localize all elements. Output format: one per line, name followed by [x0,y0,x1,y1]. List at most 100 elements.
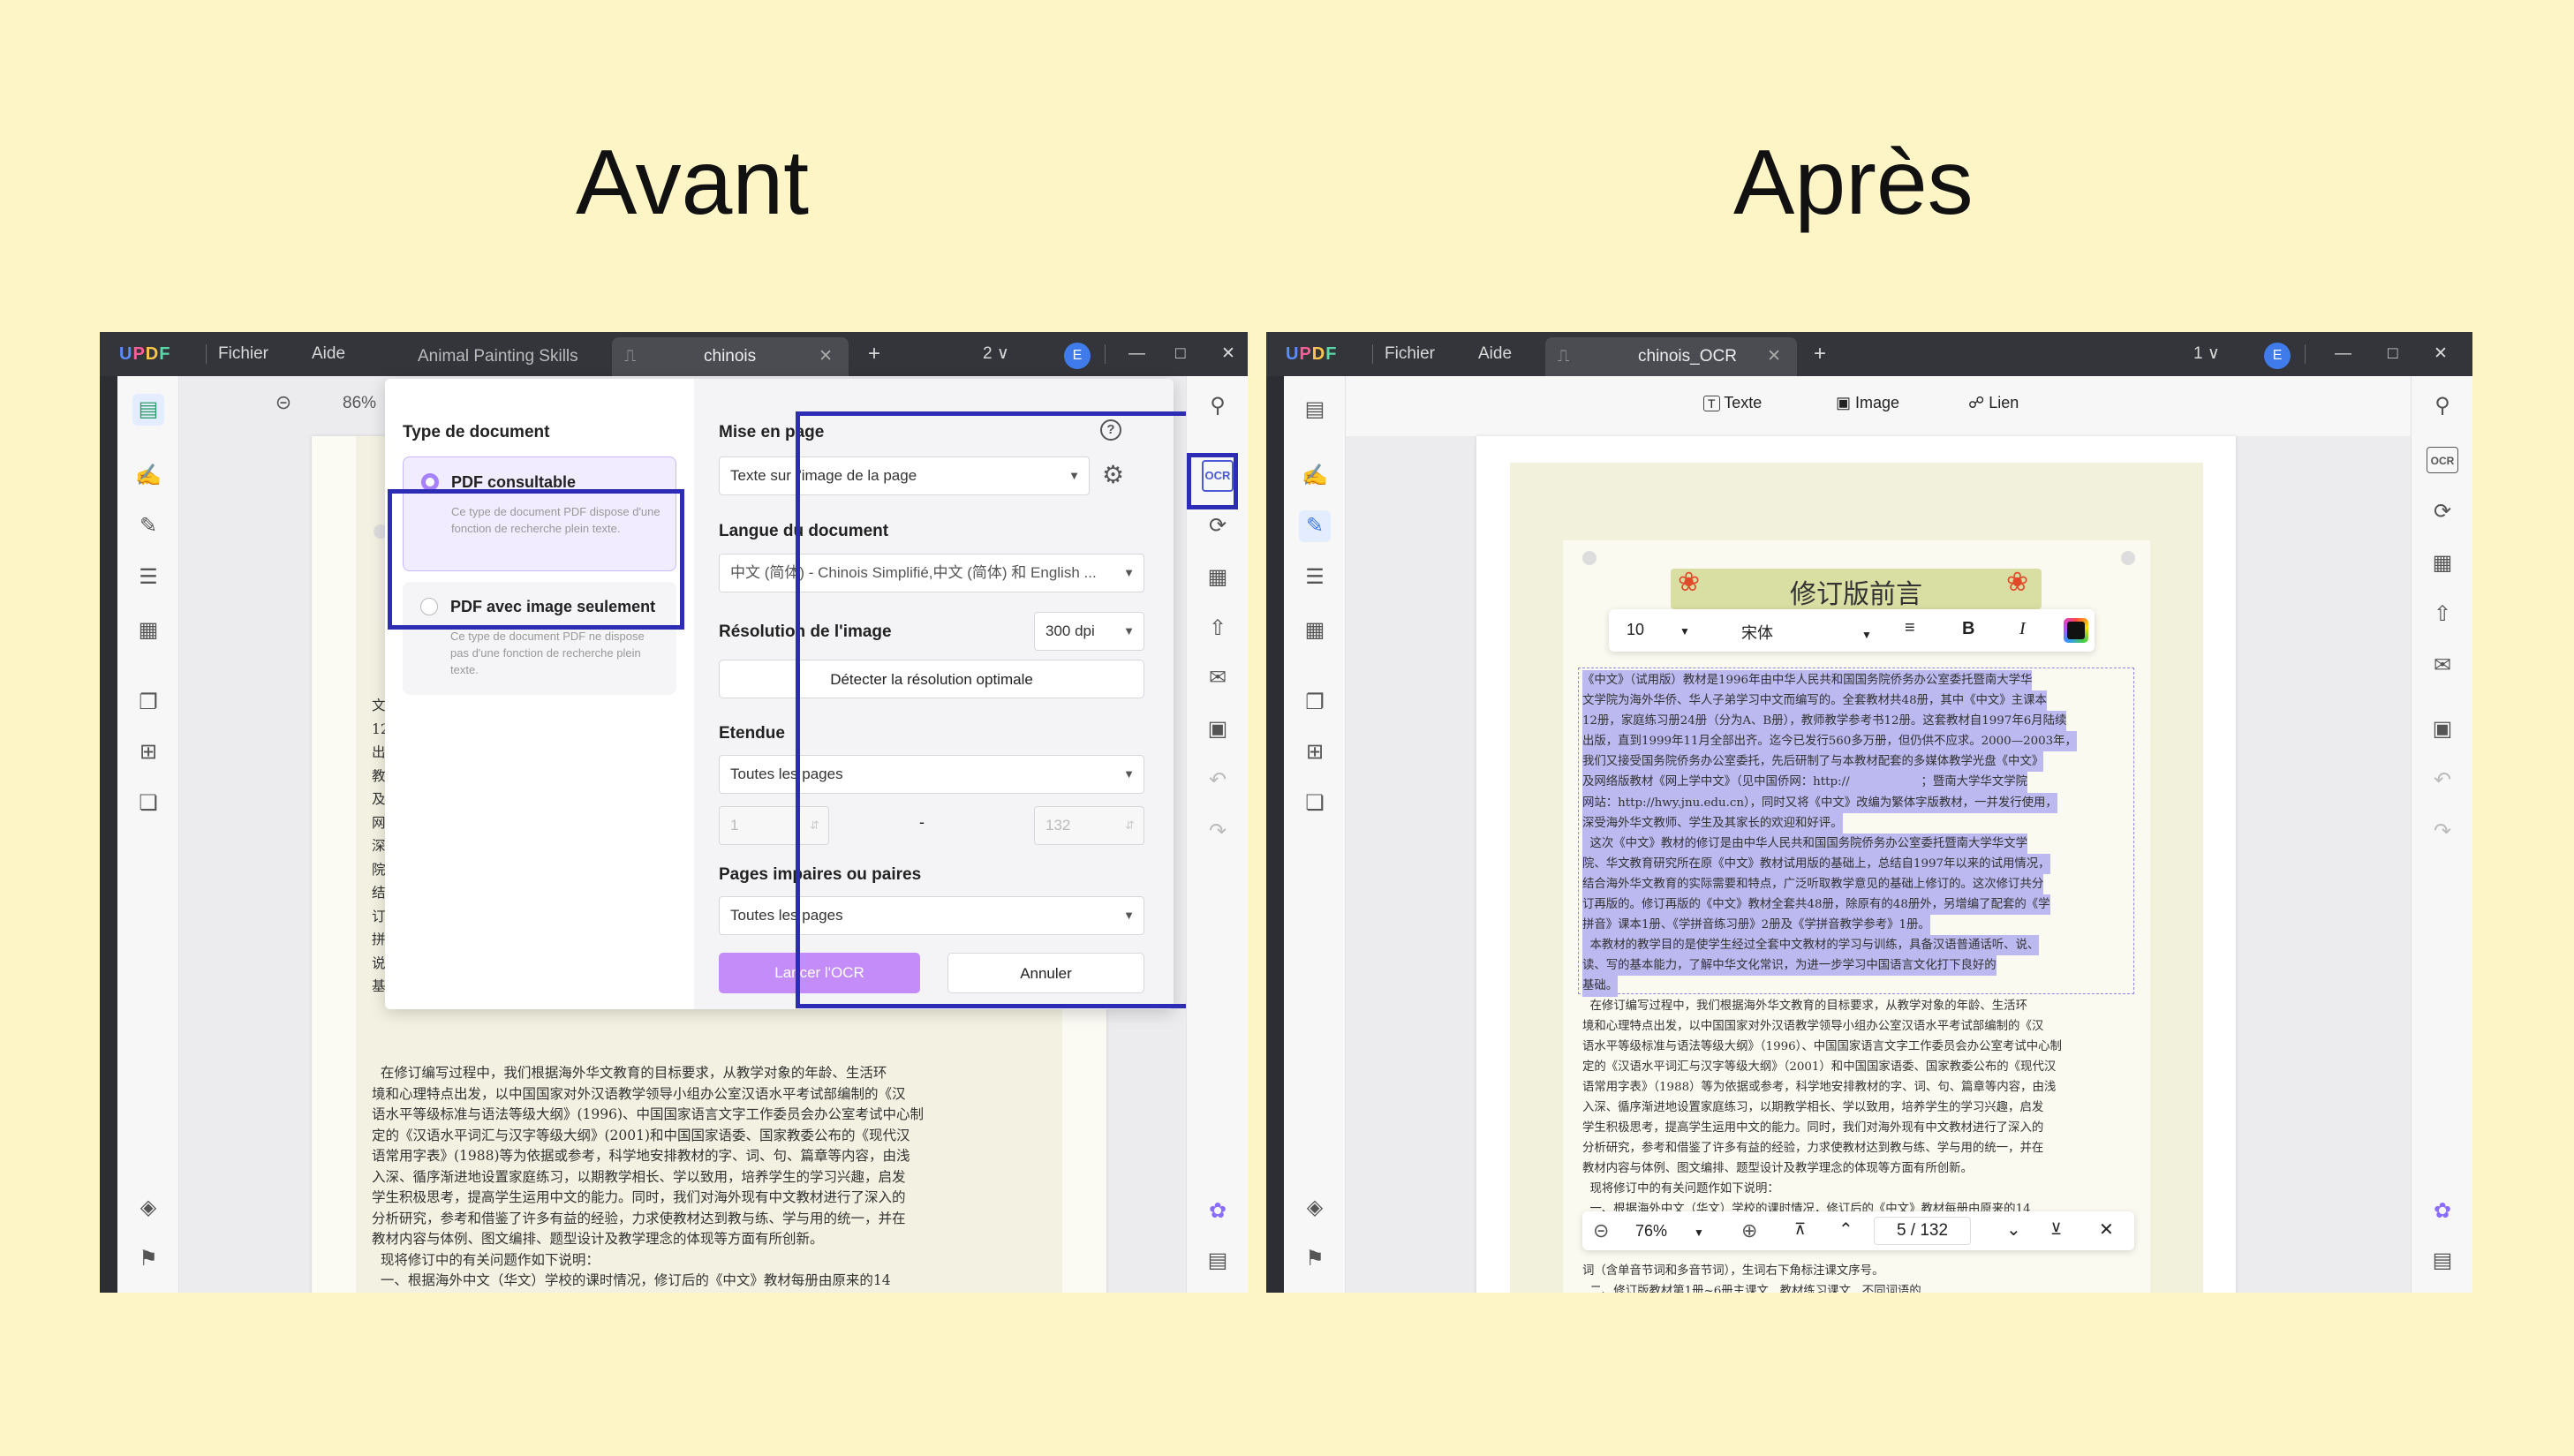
reader-icon[interactable]: ▤ [1299,394,1331,426]
zoom-out-icon[interactable]: ⊝ [268,387,299,419]
avatar[interactable]: E [1064,343,1091,369]
zoom-select[interactable]: 76% ▼ [1635,1222,1704,1241]
ai-assistant-icon[interactable]: ✿ [2427,1196,2458,1227]
protect-icon[interactable]: ❏ [132,788,164,819]
align-icon[interactable]: ≡ [1905,618,1915,638]
minimize-icon[interactable]: — [1128,341,1145,367]
highlight-frame-ocr-icon [1187,453,1238,509]
page-number-input[interactable]: 5 / 132 [1874,1217,1971,1245]
maximize-icon[interactable]: □ [2388,341,2397,367]
text-line: 院、华文教育研究所在原《中文》教材试用版的基础上，总结自1997年以来的试用情况… [1582,853,2050,874]
edit-link-tool[interactable]: ☍ Lien [1968,394,2019,412]
convert-icon[interactable]: ⟳ [2427,496,2458,528]
layers-icon[interactable]: ◈ [1299,1192,1331,1224]
compress-icon[interactable]: ▦ [2427,547,2458,579]
prev-page-icon[interactable]: ⌃ [1838,1218,1853,1241]
zoom-out-icon[interactable]: ⊝ [1593,1219,1609,1242]
flower-left-icon: ❀ [1678,568,1701,597]
pages-icon[interactable]: ❐ [132,687,164,719]
image-tool-icon: ▣ [1836,394,1852,411]
italic-button[interactable]: I [2019,619,2026,639]
form-icon[interactable]: ▦ [132,615,164,646]
maximize-icon[interactable]: □ [1175,341,1185,367]
close-icon[interactable]: ✕ [2434,341,2448,367]
save-icon[interactable]: ▣ [1202,713,1234,745]
convert-icon[interactable]: ⟳ [1202,510,1234,542]
share-icon[interactable]: ⇧ [1202,613,1234,645]
bookmark-icon[interactable]: ⚑ [1299,1243,1331,1275]
highlight-icon[interactable]: ✍ [132,460,164,492]
close-icon[interactable]: ✕ [1221,341,1235,367]
tab-close-icon[interactable]: ✕ [819,337,833,376]
last-page-icon[interactable]: ⊻ [2050,1220,2062,1239]
text-line: 境和心理特点出发，以中国国家对外汉语教学领导小组办公室汉语水平考试部编制的《汉 [372,1085,906,1102]
minimize-icon[interactable]: — [2335,341,2351,367]
email-icon[interactable]: ✉ [2427,650,2458,682]
protect-icon[interactable]: ❏ [1299,788,1331,819]
bookmark-icon[interactable]: ⚑ [132,1243,164,1275]
menu-fichier[interactable]: Fichier [218,341,268,367]
edit-image-tool[interactable]: ▣ Image [1836,394,1899,412]
tab-close-icon[interactable]: ✕ [1767,337,1781,376]
organize-icon[interactable]: ☰ [1299,562,1331,593]
first-page-icon[interactable]: ⊼ [1794,1220,1806,1239]
text-line: 定的《汉语水平词汇与汉字等级大纲》(2001)和中国国家语委、国家教委公布的《现… [372,1127,910,1143]
comment-icon[interactable]: ▤ [2427,1245,2458,1277]
text-line: 《中文》（试用版）教材是1996年由中华人民共和国国务院侨务办公室委托暨南大学华 [1582,670,2033,691]
text-line: 深受海外华文教师、学生及其家长的欢迎和好评。 [1582,812,1843,834]
font-name-select[interactable]: 宋体 ▼ [1741,621,1872,644]
link-tool-icon: ☍ [1968,394,1985,411]
left-rail [1266,376,1284,1293]
avatar[interactable]: E [2264,343,2291,369]
menu-aide[interactable]: Aide [312,341,345,367]
after-window: UPDF Fichier Aide ⎍ chinois_OCR ✕ + 1 ∨ … [1266,332,2472,1293]
highlight-icon[interactable]: ✍ [1299,460,1331,492]
share-icon[interactable]: ⇧ [2427,599,2458,630]
undo-icon[interactable]: ↶ [2427,765,2458,796]
reader-icon[interactable]: ▤ [132,394,164,426]
crop-icon[interactable]: ⊞ [132,736,164,768]
color-picker[interactable] [2064,618,2088,643]
text-line: 一、根据海外中文（华文）学校的课时情况，修订后的《中文》教材每册由原来的14 [372,1272,891,1288]
text-line: 在修订编写过程中，我们根据海外华文教育的目标要求，从教学对象的年龄、生活环 [372,1065,887,1081]
redo-icon[interactable]: ↷ [2427,816,2458,848]
zoom-level[interactable]: 86% [343,394,376,413]
compress-icon[interactable]: ▦ [1202,562,1234,593]
email-icon[interactable]: ✉ [1202,662,1234,694]
next-page-icon[interactable]: ⌄ [2006,1218,2021,1241]
page-count-badge[interactable]: 2 ∨ [983,341,1009,367]
pages-icon[interactable]: ❐ [1299,687,1331,719]
new-tab-icon[interactable]: + [1814,341,1826,367]
font-size-select[interactable]: 10 ▼ [1627,621,1690,639]
tab-chinois[interactable]: ⎍ chinois ✕ [612,337,849,376]
search-icon[interactable]: ⚲ [2427,390,2458,422]
save-icon[interactable]: ▣ [2427,713,2458,745]
new-tab-icon[interactable]: + [868,341,880,367]
ai-assistant-icon[interactable]: ✿ [1202,1196,1234,1227]
edit-icon[interactable]: ✎ [132,510,164,542]
selected-ocr-text[interactable]: 《中文》（试用版）教材是1996年由中华人民共和国国务院侨务办公室委托暨南大学华… [1582,670,2077,997]
page-count-badge[interactable]: 1 ∨ [2193,341,2220,367]
menu-fichier[interactable]: Fichier [1385,341,1435,367]
tab-chinois-ocr[interactable]: ⎍ chinois_OCR ✕ [1545,337,1797,376]
tab-animal-painting[interactable]: Animal Painting Skills [382,337,599,376]
menu-aide[interactable]: Aide [1478,341,1512,367]
close-nav-icon[interactable]: ✕ [2099,1218,2114,1241]
ocr-icon[interactable]: OCR [2427,447,2458,473]
crop-icon[interactable]: ⊞ [1299,736,1331,768]
text-line: 12册，家庭练习册24册（分为A、B册），教师教学参考书12册。这套教材自199… [1582,711,2067,732]
organize-icon[interactable]: ☰ [132,562,164,593]
undo-icon[interactable]: ↶ [1202,765,1234,796]
zoom-in-icon[interactable]: ⊕ [1741,1219,1757,1242]
form-icon[interactable]: ▦ [1299,615,1331,646]
page-body-text: 在修订编写过程中，我们根据海外华文教育的目标要求，从教学对象的年龄、生活环境和心… [372,1063,924,1293]
tab-label: chinois_OCR [1638,347,1737,366]
layers-icon[interactable]: ◈ [132,1192,164,1224]
bold-button[interactable]: B [1962,619,1974,639]
edit-text-tool[interactable]: T Texte [1703,394,1762,412]
comment-icon[interactable]: ▤ [1202,1245,1234,1277]
radio-selected[interactable] [421,473,439,491]
edit-icon[interactable]: ✎ [1299,510,1331,542]
search-icon[interactable]: ⚲ [1202,390,1234,422]
redo-icon[interactable]: ↷ [1202,816,1234,848]
